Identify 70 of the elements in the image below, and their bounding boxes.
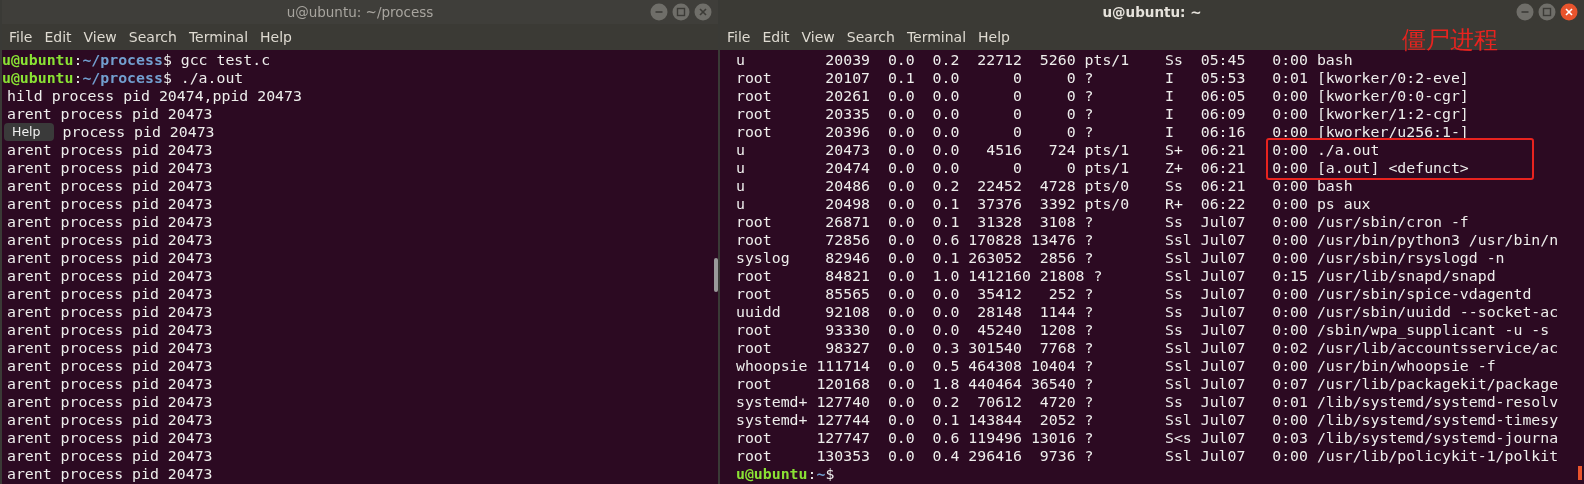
process-line: root 20107 0.1 0.0 0 0 ? I 05:53 0:01 [kworker/0:2-eve] xyxy=(735,69,1469,87)
menu-item[interactable]: Search xyxy=(841,27,900,47)
process-line: u 20473 0.0 0.0 4516 724 pts/1 S+ 06:21 0:00 ./a.out xyxy=(735,141,1380,159)
output-line: arent process pid 20473 xyxy=(6,195,213,213)
minimize-icon[interactable] xyxy=(650,3,668,21)
process-line: root 85565 0.0 0.0 35412 252 ? Ss Jul07 0:00 /usr/sbin/spice-vdagentd xyxy=(735,285,1532,303)
process-line: syslog 82946 0.0 0.1 263052 2856 ? Ssl Jul07 0:00 /usr/sbin/rsyslogd -n xyxy=(735,249,1505,267)
window-title: u@ubuntu: ~ xyxy=(1102,4,1202,20)
process-line: root 127747 0.0 0.6 119496 13016 ? S<s Jul07 0:03 /lib/systemd/systemd-journa xyxy=(735,429,1559,447)
output-line: arent process pid 20473 xyxy=(6,357,213,375)
prompt-line: u@ubuntu:~$ xyxy=(735,465,835,483)
close-icon[interactable] xyxy=(1560,3,1578,21)
output-line: arent process pid 20473 xyxy=(6,141,213,159)
process-line: root 26871 0.0 0.1 31328 3108 ? Ss Jul07 0:00 /usr/sbin/cron -f xyxy=(735,213,1469,231)
output-line: arent process pid 20473 xyxy=(6,429,213,447)
process-line: systemd+ 127744 0.0 0.1 143844 2052 ? Ssl Jul07 0:00 /lib/systemd/systemd-timesy xyxy=(735,411,1559,429)
output-line: arent process pid 20473 xyxy=(6,159,213,177)
process-line: root 93330 0.0 0.0 45240 1208 ? Ss Jul07 0:00 /sbin/wpa_supplicant -u -s xyxy=(735,321,1550,339)
output-line: arent process pid 20473 xyxy=(6,177,213,195)
menu-item[interactable]: Terminal xyxy=(183,27,254,47)
process-line: root 20396 0.0 0.0 0 0 ? I 06:16 0:00 [kworker/u256:1-] xyxy=(735,123,1469,141)
output-line: arent process pid 20473 xyxy=(6,375,213,393)
window-title: u@ubuntu: ~/process xyxy=(286,4,434,20)
process-line: root 20335 0.0 0.0 0 0 ? I 06:09 0:00 [kworker/1:2-cgr] xyxy=(735,105,1469,123)
minimize-icon[interactable] xyxy=(1516,3,1534,21)
process-line: root 130353 0.0 0.4 296416 9736 ? Ssl Jul07 0:00 /usr/lib/policykit-1/polkit xyxy=(735,447,1559,465)
output-line: hild process pid 20474,ppid 20473 xyxy=(6,87,302,105)
output-line: arent process pid 20473 xyxy=(6,321,213,339)
menu-item[interactable]: Search xyxy=(123,27,182,47)
tooltip: Help xyxy=(4,123,54,141)
process-line: systemd+ 127740 0.0 0.2 70612 4720 ? Ss Jul07 0:01 /lib/systemd/systemd-resolv xyxy=(735,393,1559,411)
output-line: arent process pid 20473 xyxy=(6,303,213,321)
process-line: root 20261 0.0 0.0 0 0 ? I 06:05 0:00 [kworker/0:0-cgr] xyxy=(735,87,1469,105)
output-line: arent process pid 20473 xyxy=(6,105,213,123)
menu-item[interactable]: Help xyxy=(255,27,297,47)
process-line: root 84821 0.0 1.0 1412160 21808 ? Ssl Jul07 0:15 /usr/lib/snapd/snapd xyxy=(735,267,1496,285)
output-line: arent process pid 20473 xyxy=(6,267,213,285)
process-line: root 98327 0.0 0.3 301540 7768 ? Ssl Jul07 0:02 /usr/lib/accountsservice/ac xyxy=(735,339,1559,357)
menu-item[interactable]: File xyxy=(4,27,38,47)
prompt-line: u@ubuntu:~/process$ gcc test.c xyxy=(2,51,271,69)
output-line: arent process pid 20473 xyxy=(6,465,213,483)
process-line: whoopsie 111714 0.0 0.5 464308 10404 ? Ssl Jul07 0:00 /usr/bin/whoopsie -f xyxy=(735,357,1496,375)
menu-item[interactable]: Edit xyxy=(39,27,77,47)
output-line: arent process pid 20473 xyxy=(6,231,213,249)
menu-item[interactable]: Help xyxy=(973,27,1015,47)
scrollbar-thumb[interactable] xyxy=(1578,466,1582,480)
process-line: u 20474 0.0 0.0 0 0 pts/1 Z+ 06:21 0:00 [a.out] <defunct> xyxy=(735,159,1469,177)
menu-item[interactable]: Terminal xyxy=(901,27,972,47)
prompt-line: u@ubuntu:~/process$ ./a.out xyxy=(2,69,244,87)
output-line: arent process pid 20473 xyxy=(6,339,213,357)
output-line: process pid 20473 xyxy=(62,123,215,141)
menu-item[interactable]: Edit xyxy=(757,27,795,47)
annotation-label: 僵尸进程 xyxy=(1402,26,1498,54)
process-line: root 72856 0.0 0.6 170828 13476 ? Ssl Jul07 0:00 /usr/bin/python3 /usr/bin/n xyxy=(735,231,1559,249)
process-line: root 120168 0.0 1.8 440464 36540 ? Ssl Jul07 0:07 /usr/lib/packagekit/package xyxy=(735,375,1559,393)
output-line: arent process pid 20473 xyxy=(6,411,213,429)
menu-item[interactable]: File xyxy=(722,27,756,47)
output-line: arent process pid 20473 xyxy=(6,213,213,231)
maximize-icon[interactable] xyxy=(672,3,690,21)
process-line: u 20039 0.0 0.2 22712 5260 pts/1 Ss 05:45 0:00 bash xyxy=(735,51,1353,69)
scrollbar-thumb[interactable] xyxy=(714,258,718,292)
output-line: arent process pid 20473 xyxy=(6,393,213,411)
process-line: u 20498 0.0 0.1 37376 3392 pts/0 R+ 06:22 0:00 ps aux xyxy=(735,195,1371,213)
output-line: arent process pid 20473 xyxy=(6,285,213,303)
process-line: u 20486 0.0 0.2 22452 4728 pts/0 Ss 06:21 0:00 bash xyxy=(735,177,1353,195)
menu-item[interactable]: View xyxy=(78,27,122,47)
process-line: uuidd 92108 0.0 0.0 28148 1144 ? Ss Jul07 0:00 /usr/sbin/uuidd --socket-ac xyxy=(735,303,1559,321)
output-line: arent process pid 20473 xyxy=(6,249,213,267)
output-line: arent process pid 20473 xyxy=(6,447,213,465)
menu-item[interactable]: View xyxy=(796,27,840,47)
